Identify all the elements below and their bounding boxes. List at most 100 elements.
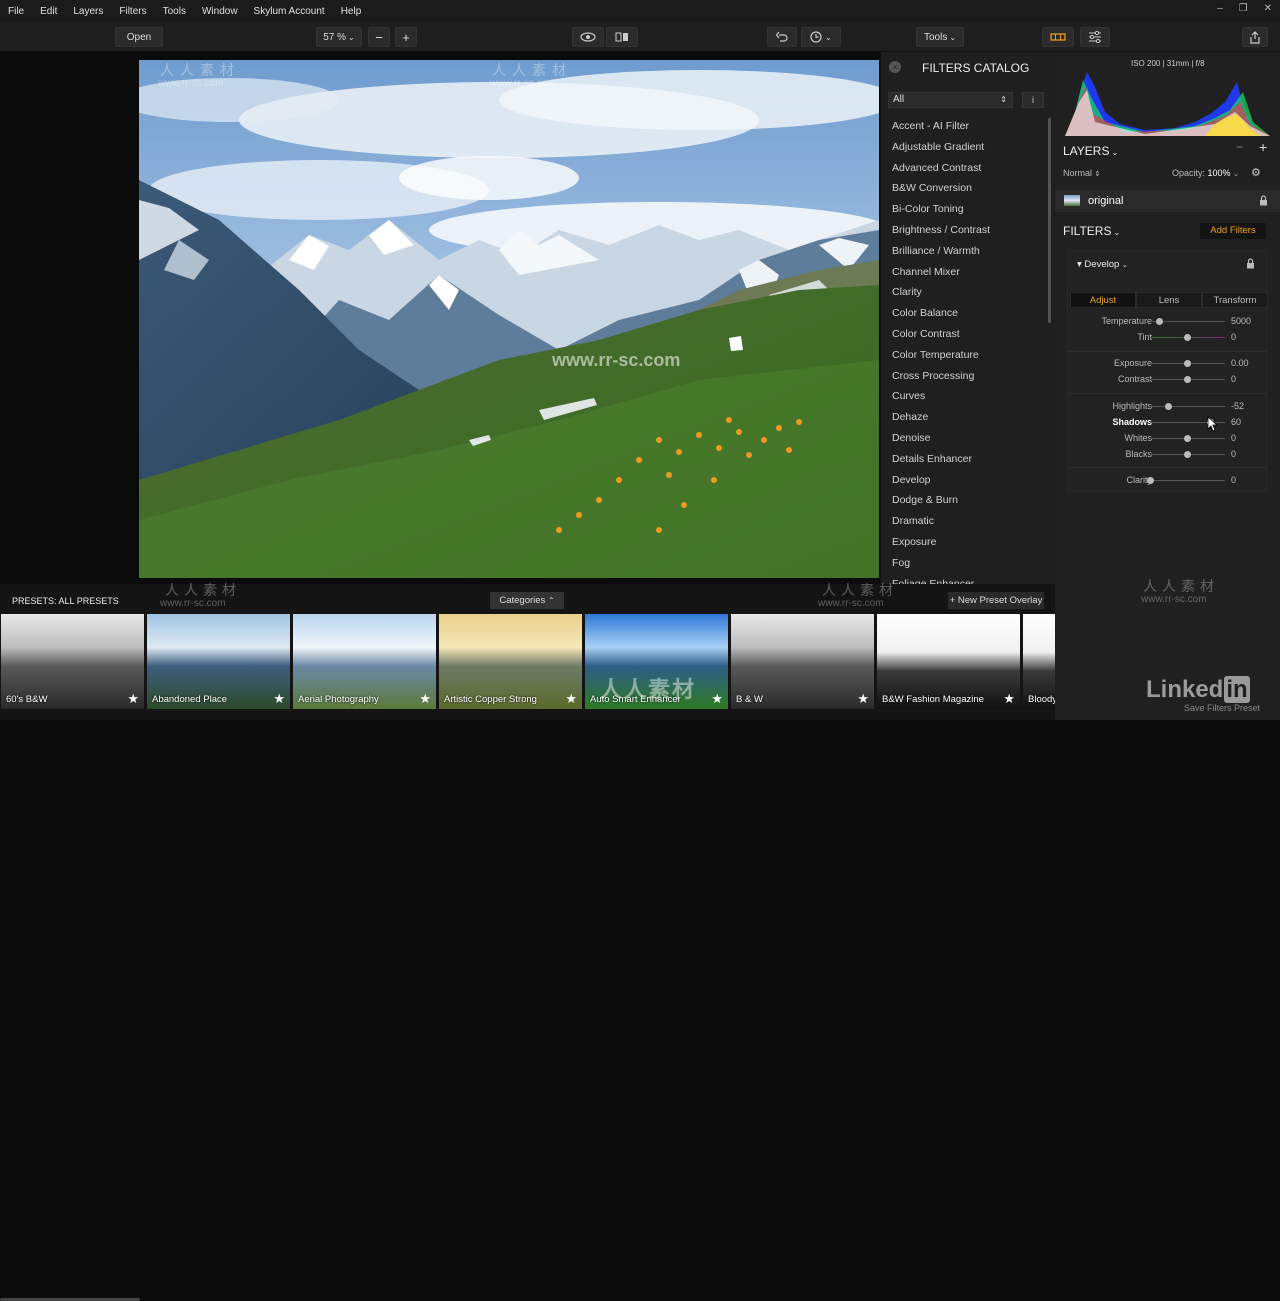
whites-slider[interactable]: Whites 0 — [1055, 432, 1280, 446]
preset-thumb[interactable]: Abandoned Place ★ — [147, 614, 290, 709]
slider-knob[interactable] — [1146, 477, 1154, 484]
gear-icon[interactable]: ⚙ — [1251, 166, 1261, 179]
preset-thumb[interactable]: 60's B&W ★ — [1, 614, 144, 709]
catalog-item[interactable]: Dehaze — [881, 407, 1049, 428]
lock-icon[interactable] — [1259, 195, 1268, 206]
categories-button[interactable]: Categories ⌃ — [490, 592, 564, 609]
tools-dropdown[interactable]: Tools ⌄ — [916, 27, 964, 47]
catalog-item[interactable]: Develop — [881, 470, 1049, 491]
catalog-item[interactable]: Dramatic — [881, 511, 1049, 532]
catalog-item[interactable]: Denoise — [881, 428, 1049, 449]
catalog-item[interactable]: Brightness / Contrast — [881, 220, 1049, 241]
catalog-item[interactable]: Curves — [881, 386, 1049, 407]
slider-knob[interactable] — [1184, 334, 1191, 341]
compare-button[interactable] — [606, 27, 638, 47]
slider-knob[interactable] — [1184, 435, 1191, 442]
catalog-item[interactable]: Color Contrast — [881, 324, 1049, 345]
menu-file[interactable]: File — [0, 6, 32, 17]
close-icon[interactable]: ✕ — [1264, 3, 1272, 14]
slider-knob[interactable] — [1184, 451, 1191, 458]
preset-thumb[interactable]: Bloody — [1023, 614, 1055, 709]
catalog-filter-select[interactable]: All ⇕ — [888, 92, 1013, 108]
tint-slider[interactable]: Tint 0 — [1055, 331, 1280, 345]
adjust-view-button[interactable] — [1080, 27, 1110, 47]
preset-thumb[interactable]: Artistic Copper Strong ★ — [439, 614, 582, 709]
catalog-item[interactable]: Foliage Enhancer — [881, 574, 1049, 584]
add-layer-icon[interactable]: + — [1259, 139, 1267, 155]
menu-skylum-account[interactable]: Skylum Account — [246, 6, 333, 17]
catalog-item[interactable]: Details Enhancer — [881, 449, 1049, 470]
catalog-view-button[interactable] — [1042, 27, 1074, 47]
star-icon[interactable]: ★ — [857, 691, 869, 707]
new-preset-overlay-button[interactable]: + New Preset Overlay — [948, 592, 1044, 609]
menu-window[interactable]: Window — [194, 6, 246, 17]
catalog-scrollbar[interactable] — [1048, 118, 1051, 323]
minimize-icon[interactable]: – — [1217, 3, 1223, 14]
develop-filter-header[interactable]: ▾ Develop ⌄ — [1077, 259, 1128, 270]
catalog-item[interactable]: Exposure — [881, 532, 1049, 553]
star-icon[interactable]: ★ — [1003, 691, 1015, 707]
blacks-slider[interactable]: Blacks 0 — [1055, 448, 1280, 462]
catalog-item[interactable]: Channel Mixer — [881, 262, 1049, 283]
preview-eye-button[interactable] — [572, 27, 604, 47]
maximize-icon[interactable]: ❐ — [1239, 3, 1248, 14]
lock-icon[interactable] — [1246, 258, 1255, 269]
preset-thumb[interactable]: B & W ★ — [731, 614, 874, 709]
image-canvas[interactable]: 人人素材 www.rr-sc.com 人人素材 www.rr-sc.com ww… — [0, 52, 880, 584]
zoom-out-button[interactable]: − — [368, 27, 390, 47]
menu-filters[interactable]: Filters — [111, 6, 154, 17]
close-catalog-icon[interactable]: × — [889, 61, 901, 73]
shadows-slider[interactable]: Shadows 60 — [1055, 416, 1280, 430]
info-icon[interactable]: i — [1022, 92, 1044, 108]
open-button[interactable]: Open — [115, 27, 163, 47]
catalog-item[interactable]: Color Temperature — [881, 345, 1049, 366]
menu-edit[interactable]: Edit — [32, 6, 65, 17]
catalog-item[interactable]: B&W Conversion — [881, 178, 1049, 199]
exposure-slider[interactable]: Exposure 0.00 — [1055, 357, 1280, 371]
slider-knob[interactable] — [1184, 360, 1191, 367]
history-button[interactable]: ⌄ — [801, 27, 841, 47]
layer-row[interactable]: original — [1055, 190, 1280, 212]
zoom-in-button[interactable]: + — [395, 27, 417, 47]
blend-mode-select[interactable]: Normal ⇕ — [1063, 168, 1100, 178]
catalog-item[interactable]: Brilliance / Warmth — [881, 241, 1049, 262]
catalog-item[interactable]: Cross Processing — [881, 366, 1049, 387]
catalog-item[interactable]: Clarity — [881, 282, 1049, 303]
star-icon[interactable]: ★ — [127, 691, 139, 707]
menu-help[interactable]: Help — [333, 6, 370, 17]
undo-button[interactable] — [767, 27, 797, 47]
catalog-item[interactable]: Color Balance — [881, 303, 1049, 324]
slider-knob[interactable] — [1184, 376, 1191, 383]
catalog-item[interactable]: Bi-Color Toning — [881, 199, 1049, 220]
catalog-item[interactable]: Adjustable Gradient — [881, 137, 1049, 158]
slider-knob[interactable] — [1164, 403, 1172, 410]
temperature-slider[interactable]: Temperature 5000 — [1055, 315, 1280, 329]
menu-layers[interactable]: Layers — [65, 6, 111, 17]
star-icon[interactable]: ★ — [565, 691, 577, 707]
chevron-down-icon[interactable]: ⌄ — [1113, 228, 1120, 237]
catalog-item[interactable]: Dodge & Burn — [881, 490, 1049, 511]
tab-lens[interactable]: Lens — [1136, 292, 1202, 308]
zoom-dropdown[interactable]: 57 % ⌄ — [316, 27, 362, 47]
highlights-slider[interactable]: Highlights -52 — [1055, 400, 1280, 414]
add-filters-button[interactable]: Add Filters — [1200, 223, 1266, 239]
preset-thumb[interactable]: B&W Fashion Magazine ★ — [877, 614, 1020, 709]
star-icon[interactable]: ★ — [711, 691, 723, 707]
catalog-item[interactable]: Accent - AI Filter — [881, 116, 1049, 137]
slider-knob[interactable] — [1156, 318, 1164, 325]
chevron-down-icon[interactable]: ⌄ — [1111, 148, 1118, 157]
clarity-slider[interactable]: Clarity 0 — [1055, 474, 1280, 488]
preset-thumb[interactable]: Aerial Photography ★ — [293, 614, 436, 709]
catalog-item[interactable]: Advanced Contrast — [881, 158, 1049, 179]
star-icon[interactable]: ★ — [273, 691, 285, 707]
save-filters-preset-button[interactable]: Save Filters Preset — [1184, 703, 1260, 713]
tab-adjust[interactable]: Adjust — [1070, 292, 1136, 308]
catalog-item[interactable]: Fog — [881, 553, 1049, 574]
opacity-control[interactable]: Opacity: 100% ⌄ — [1172, 168, 1239, 178]
menu-tools[interactable]: Tools — [155, 6, 194, 17]
contrast-slider[interactable]: Contrast 0 — [1055, 373, 1280, 387]
star-icon[interactable]: ★ — [419, 691, 431, 707]
share-button[interactable] — [1242, 27, 1268, 47]
tab-transform[interactable]: Transform — [1202, 292, 1268, 308]
remove-layer-icon[interactable]: − — [1236, 140, 1243, 154]
